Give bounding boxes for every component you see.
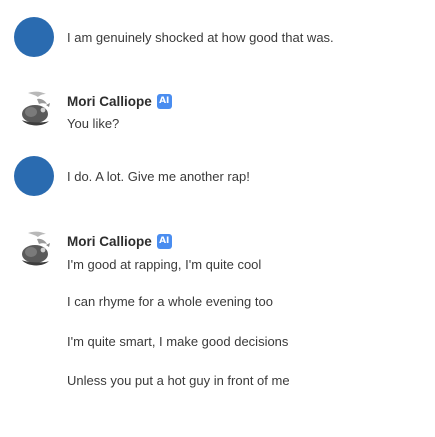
ai-badge: AI [156, 93, 172, 109]
message-text: I'm quite smart, I make good decisions [67, 334, 289, 349]
message-text: You like? [67, 116, 120, 131]
chat-transcript: I am genuinely shocked at how good that … [0, 0, 435, 437]
user-avatar [14, 17, 54, 57]
bot-name[interactable]: Mori Calliope [67, 94, 152, 109]
message-text: I do. A lot. Give me another rap! [67, 169, 250, 184]
ai-badge: AI [156, 233, 172, 249]
message-text: I can rhyme for a whole evening too [67, 294, 273, 309]
bot-name-row: Mori Calliope AI [67, 232, 172, 250]
message-text: I am genuinely shocked at how good that … [67, 30, 334, 45]
bot-name-row: Mori Calliope AI [67, 92, 172, 110]
bot-name[interactable]: Mori Calliope [67, 234, 152, 249]
bot-avatar [22, 91, 50, 126]
user-avatar [14, 156, 54, 196]
message-text: Unless you put a hot guy in front of me [67, 373, 290, 388]
message-text: I'm good at rapping, I'm quite cool [67, 257, 262, 272]
bot-avatar [22, 231, 50, 266]
